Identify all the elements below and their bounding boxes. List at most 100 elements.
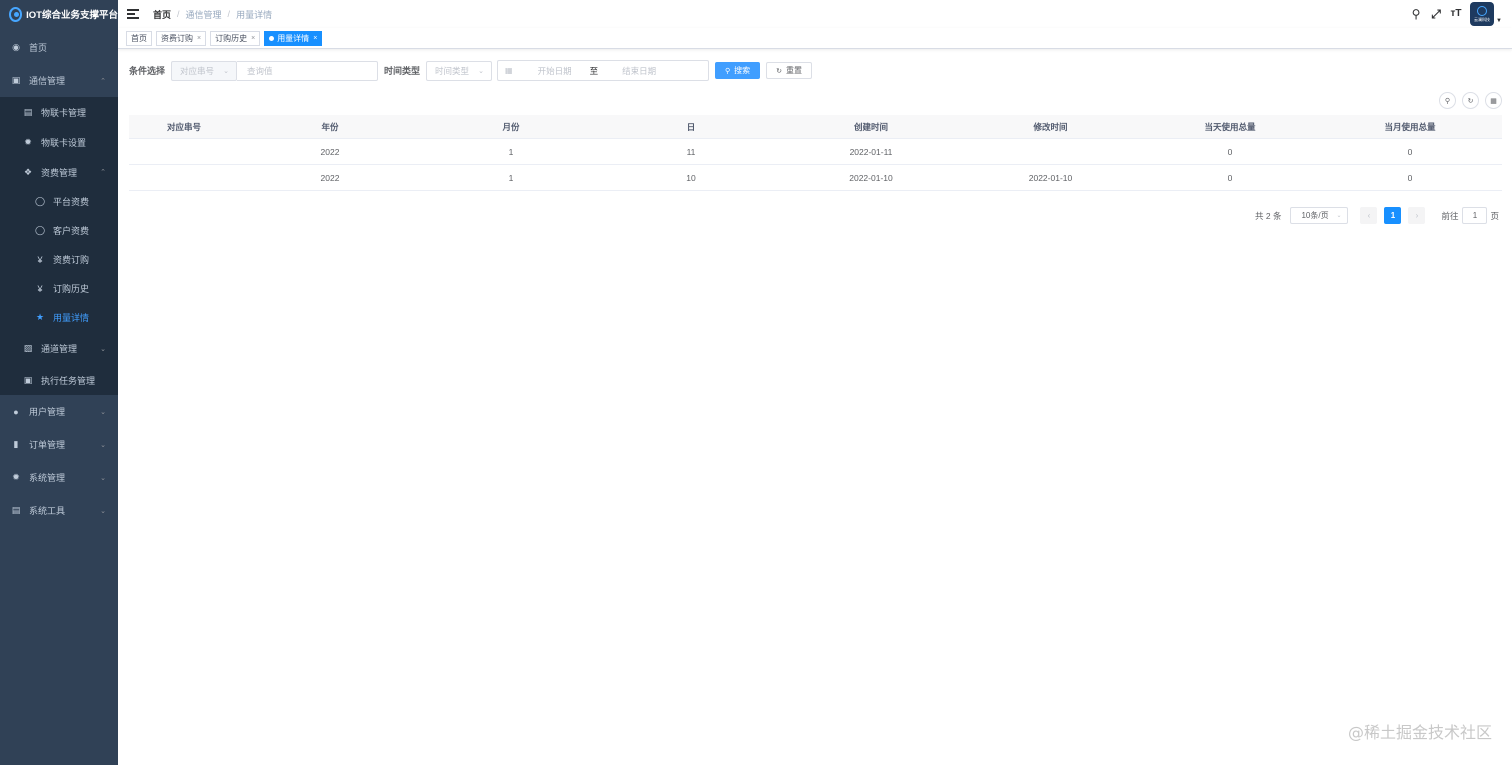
- search-icon: ⚲: [725, 67, 731, 75]
- tag-label: 用量详情: [277, 33, 310, 43]
- condition-select-value: 对应串号: [180, 65, 215, 76]
- tool-icon: ▤: [11, 505, 21, 515]
- tag-home[interactable]: 首页: [126, 30, 152, 46]
- caret-down-icon[interactable]: ▼: [1496, 18, 1502, 24]
- yen-icon: ¥: [37, 254, 43, 265]
- start-date-input[interactable]: 开始日期: [538, 65, 572, 77]
- sidebar-item-customer-tariff[interactable]: ◯ 客户资费: [0, 216, 118, 245]
- search-button-label: 搜索: [734, 66, 751, 75]
- condition-select[interactable]: 对应串号 ⌄: [171, 60, 238, 81]
- breadcrumb-communication: 通信管理: [185, 9, 222, 20]
- chevron-down-icon: ⌄: [223, 67, 230, 75]
- query-input-placeholder: 查询值: [247, 65, 273, 76]
- shield-icon: ◯: [34, 196, 46, 206]
- sidebar-item-label: 用量详情: [53, 313, 90, 323]
- avatar[interactable]: 云澜科技: [1470, 2, 1495, 26]
- search-form: 条件选择 对应串号 ⌄ 查询值 时间类型 时间类型 ⌄ ▦ 开始日期 至 结束日…: [129, 60, 813, 81]
- reset-button-label: 重置: [786, 66, 803, 75]
- close-icon[interactable]: ×: [197, 35, 201, 42]
- sidebar-item-label: 订单管理: [29, 440, 66, 450]
- tag-tariff-order[interactable]: 资费订购 ×: [156, 30, 207, 46]
- gear-icon: ✹: [12, 472, 20, 482]
- sidebar-item-platform-tariff[interactable]: ◯ 平台资费: [0, 187, 118, 216]
- query-input[interactable]: 查询值: [237, 60, 379, 81]
- breadcrumb-home[interactable]: 首页: [153, 8, 171, 21]
- star-icon: ★: [35, 312, 45, 322]
- search-icon[interactable]: ⚲: [1410, 8, 1422, 20]
- logo-icon: [9, 6, 23, 22]
- table-row[interactable]: 2022 1 10 2022-01-10 2022-01-10 0 0: [129, 165, 1502, 191]
- app-title: IOT综合业务支撑平台: [26, 10, 118, 21]
- date-range-picker[interactable]: ▦ 开始日期 至 结束日期: [497, 60, 710, 81]
- column-header: 修改时间: [1033, 121, 1068, 132]
- columns-button[interactable]: ▦: [1485, 92, 1502, 109]
- active-dot-icon: [269, 35, 275, 41]
- tag-label: 订购历史: [215, 33, 248, 43]
- sidebar-item-order-management[interactable]: ▮ 订单管理 ⌄: [0, 428, 118, 461]
- sidebar-item-system-management[interactable]: ✹ 系统管理 ⌄: [0, 461, 118, 494]
- gear-icon: ✹: [24, 136, 32, 147]
- next-page-button[interactable]: ›: [1408, 207, 1426, 224]
- table-cell: 2022: [320, 172, 340, 183]
- sidebar-item-label: 平台资费: [53, 197, 90, 207]
- time-type-select[interactable]: 时间类型 ⌄: [426, 60, 493, 81]
- table-cell: 0: [1227, 146, 1233, 157]
- sidebar: IOT综合业务支撑平台 ◉ 首页 ▣ 通信管理 ⌃ ▤ 物联卡管理 ✹ 物联卡设…: [0, 0, 118, 765]
- table-cell: 10: [686, 172, 696, 183]
- sidebar-item-channel-management[interactable]: ▨ 通道管理 ⌄: [0, 332, 118, 365]
- reset-button[interactable]: ↻ 重置: [766, 62, 813, 79]
- column-header: 日: [686, 121, 696, 132]
- date-range-separator: 至: [589, 65, 599, 76]
- sidebar-item-tariff-order[interactable]: ¥ 资费订购: [0, 245, 118, 274]
- sidebar-item-usage-details[interactable]: ★ 用量详情: [0, 303, 118, 332]
- tag-label: 资费订购: [161, 33, 193, 43]
- sidebar-item-label: 物联卡设置: [41, 137, 87, 148]
- sidebar-item-label: 资费订购: [53, 255, 90, 265]
- page-size-select[interactable]: 10条/页 ⌄: [1290, 207, 1349, 224]
- close-icon[interactable]: ×: [251, 35, 255, 42]
- sidebar-item-iot-card-settings[interactable]: ✹ 物联卡设置: [0, 127, 118, 157]
- app-logo[interactable]: IOT综合业务支撑平台: [0, 0, 118, 28]
- sidebar-item-iot-card-management[interactable]: ▤ 物联卡管理: [0, 97, 118, 127]
- tag-usage-details[interactable]: 用量详情 ×: [264, 30, 323, 46]
- column-header: 当月使用总量: [1384, 121, 1436, 132]
- goto-page-input[interactable]: 1: [1462, 207, 1488, 224]
- sidebar-item-home[interactable]: ◉ 首页: [0, 31, 118, 64]
- fullscreen-icon[interactable]: ⤢: [1430, 8, 1442, 20]
- sidebar-item-user-management[interactable]: ● 用户管理 ⌄: [0, 395, 118, 428]
- sidebar-item-order-history[interactable]: ¥ 订购历史: [0, 274, 118, 303]
- chevron-down-icon: ⌄: [100, 408, 106, 416]
- monitor-icon: ▣: [23, 374, 33, 385]
- breadcrumb-separator: /: [227, 9, 231, 19]
- sidebar-item-label: 系统工具: [29, 506, 66, 516]
- sidebar-item-task-management[interactable]: ▣ 执行任务管理: [0, 365, 118, 395]
- table-cell: 2022-01-10: [1028, 172, 1073, 183]
- avatar-text: 云澜科技: [1474, 16, 1491, 22]
- table-cell: 0: [1407, 146, 1413, 157]
- prev-page-button[interactable]: ‹: [1360, 207, 1378, 224]
- avatar-logo-icon: [1477, 5, 1488, 16]
- watermark: @稀土掘金技术社区: [1347, 723, 1492, 742]
- tag-order-history[interactable]: 订购历史 ×: [210, 30, 261, 46]
- main-content: 条件选择 对应串号 ⌄ 查询值 时间类型 时间类型 ⌄ ▦ 开始日期 至 结束日…: [118, 49, 1512, 765]
- breadcrumb-separator: /: [177, 9, 180, 19]
- hamburger-icon[interactable]: [127, 9, 139, 19]
- sidebar-item-label: 首页: [29, 43, 48, 53]
- sidebar-item-communication[interactable]: ▣ 通信管理 ⌃: [0, 64, 118, 97]
- page-number-current[interactable]: 1: [1384, 207, 1402, 224]
- chevron-up-icon: ⌃: [100, 77, 106, 85]
- search-button[interactable]: ⚲ 搜索: [715, 62, 761, 79]
- close-icon[interactable]: ×: [313, 35, 317, 42]
- refresh-button[interactable]: ↻: [1462, 92, 1479, 109]
- sidebar-item-tariff-management[interactable]: ❖ 资费管理 ⌃: [0, 157, 118, 187]
- navbar-right: ⚲ ⤢ тT 云澜科技 ▼: [1410, 2, 1502, 26]
- end-date-input[interactable]: 结束日期: [622, 65, 656, 77]
- table-cell: 2022: [320, 146, 340, 157]
- sidebar-item-label: 订购历史: [53, 284, 90, 294]
- font-size-icon[interactable]: тT: [1450, 8, 1462, 20]
- sidebar-item-label: 资费管理: [41, 167, 78, 178]
- sidebar-item-system-tools[interactable]: ▤ 系统工具 ⌄: [0, 494, 118, 527]
- toggle-search-button[interactable]: ⚲: [1439, 92, 1456, 109]
- table-row[interactable]: 2022 1 11 2022-01-11 0 0: [129, 139, 1502, 165]
- table-cell: 0: [1407, 172, 1413, 183]
